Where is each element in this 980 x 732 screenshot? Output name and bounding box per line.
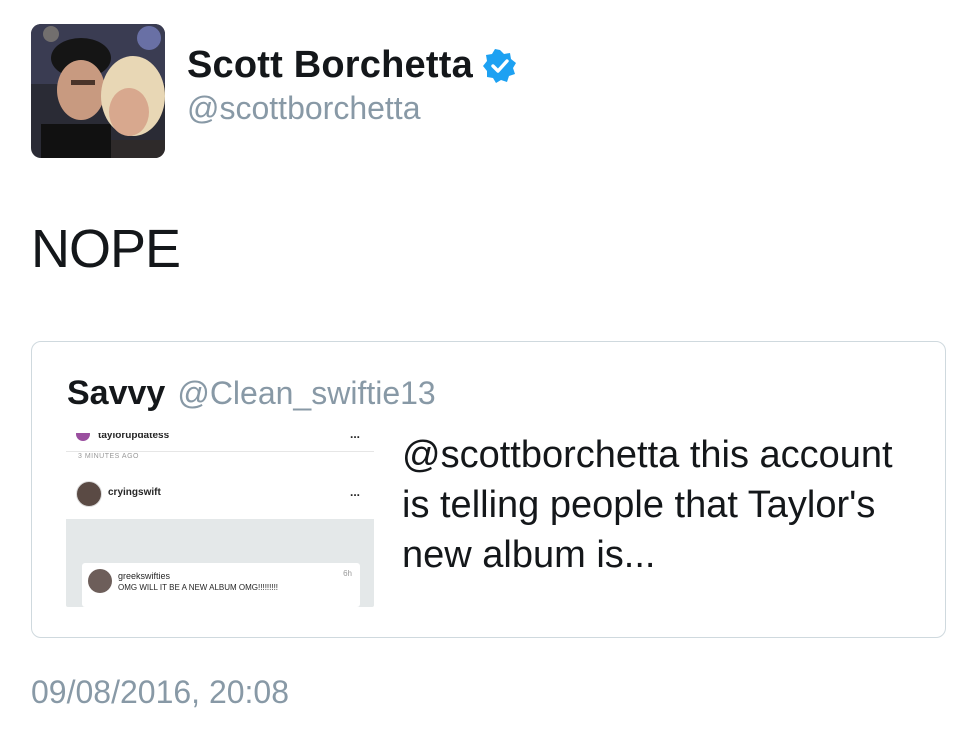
thumb-comment-card: greekswifties 6h OMG WILL IT BE A NEW AL… xyxy=(82,563,360,607)
quoted-tweet-text: @scottborchetta this account is telling … xyxy=(402,434,893,576)
thumb-username: taylorupdatess xyxy=(98,433,170,441)
quoted-media-thumbnail[interactable]: taylorupdatess ... 3 MINUTES AGO cryings… xyxy=(66,433,374,607)
thumb-comment-text: OMG WILL IT BE A NEW ALBUM OMG!!!!!!!!! xyxy=(118,583,279,592)
quoted-handle: @Clean_swiftie13 xyxy=(177,375,436,411)
thumb-divider xyxy=(66,451,374,452)
thumb-avatar xyxy=(88,569,112,593)
quoted-tweet[interactable]: Savvy @Clean_swiftie13 taylorupdatess ..… xyxy=(31,341,946,638)
thumb-menu-icon: ... xyxy=(349,485,360,499)
tweet-timestamp[interactable]: 09/08/2016, 20:08 xyxy=(31,674,289,711)
thumb-avatar xyxy=(76,433,90,441)
avatar[interactable] xyxy=(31,24,165,158)
thumb-comment-time: 6h xyxy=(343,569,352,578)
thumb-menu-icon: ... xyxy=(349,433,360,441)
thumb-comment-username: greekswifties xyxy=(118,571,171,581)
thumb-row: taylorupdatess ... xyxy=(66,433,374,445)
quoted-display-name: Savvy xyxy=(67,374,166,412)
tweet-page: Scott Borchetta @scottborchetta NOPE Sav… xyxy=(0,0,980,732)
author-display-name[interactable]: Scott Borchetta xyxy=(187,44,473,87)
author-name-row: Scott Borchetta xyxy=(187,44,517,87)
thumb-avatar xyxy=(76,481,102,507)
quoted-author-row: Savvy @Clean_swiftie13 xyxy=(67,374,436,413)
tweet-text: NOPE xyxy=(31,219,181,279)
author-handle[interactable]: @scottborchetta xyxy=(187,90,420,127)
verified-badge-icon xyxy=(482,48,516,83)
thumb-row: cryingswift ... xyxy=(66,479,374,507)
thumb-time-ago: 3 MINUTES AGO xyxy=(78,453,139,460)
thumb-username: cryingswift xyxy=(108,487,161,498)
